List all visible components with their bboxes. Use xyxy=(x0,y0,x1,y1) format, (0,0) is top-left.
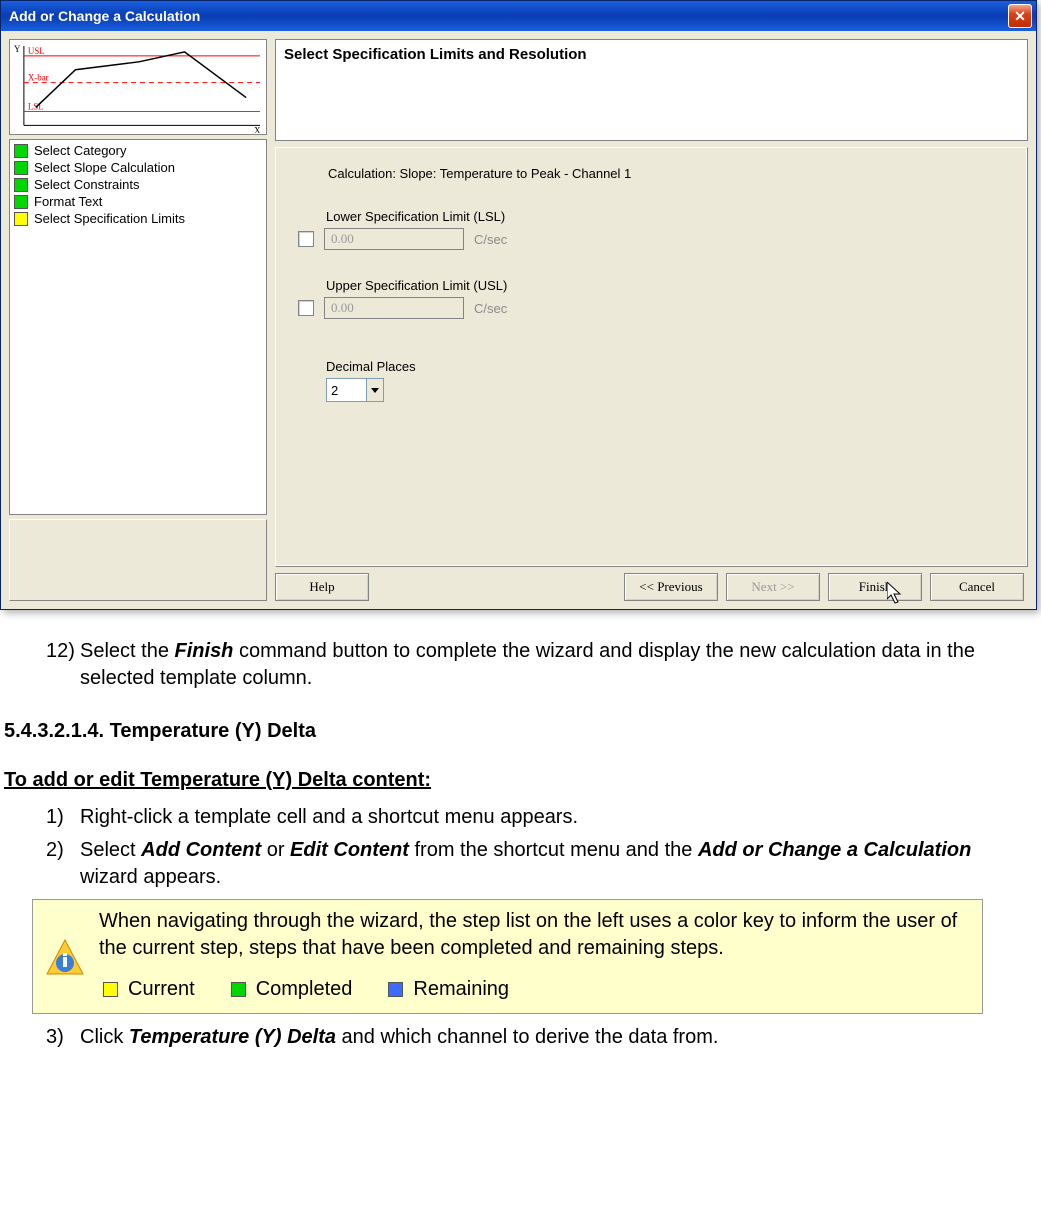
step-label: Select Slope Calculation xyxy=(34,160,175,175)
status-swatch-icon xyxy=(14,161,28,175)
info-warning-icon xyxy=(45,938,85,978)
close-button[interactable]: ✕ xyxy=(1008,4,1032,28)
titlebar-title: Add or Change a Calculation xyxy=(9,8,1008,24)
item-number: 12) xyxy=(4,638,80,692)
step-item[interactable]: Select Category xyxy=(14,142,262,159)
status-swatch-icon xyxy=(14,212,28,226)
cancel-button[interactable]: Cancel xyxy=(930,573,1024,601)
list-item: 3) Click Temperature (Y) Delta and which… xyxy=(4,1024,1011,1051)
list-item: 1) Right-click a template cell and a sho… xyxy=(4,804,1011,831)
legend-row: Current Completed Remaining xyxy=(99,976,970,1003)
legend-swatch-icon xyxy=(103,982,118,997)
step-item[interactable]: Select Slope Calculation xyxy=(14,159,262,176)
lsl-unit: C/sec xyxy=(474,232,507,247)
usl-input[interactable] xyxy=(324,297,464,319)
step-item[interactable]: Format Text xyxy=(14,193,262,210)
titlebar: Add or Change a Calculation ✕ xyxy=(1,1,1036,31)
item-text: Right-click a template cell and a shortc… xyxy=(80,804,1011,831)
legend-label: Current xyxy=(128,976,195,1003)
list-item: 12) Select the Finish command button to … xyxy=(4,638,1011,692)
description-panel xyxy=(9,519,267,601)
decimals-select[interactable]: 2 xyxy=(326,378,384,402)
button-bar: Help << Previous Next >> Finish Cancel xyxy=(275,573,1028,601)
item-text: Click Temperature (Y) Delta and which ch… xyxy=(80,1024,1011,1051)
step-label: Select Constraints xyxy=(34,177,140,192)
item-number: 3) xyxy=(4,1024,80,1051)
form-panel: Calculation: Slope: Temperature to Peak … xyxy=(275,147,1028,567)
svg-text:Y: Y xyxy=(14,44,21,54)
step-item[interactable]: Select Constraints xyxy=(14,176,262,193)
lsl-checkbox[interactable] xyxy=(298,231,314,247)
step-label: Select Category xyxy=(34,143,127,158)
previous-button[interactable]: << Previous xyxy=(624,573,718,601)
steps-list: Select Category Select Slope Calculation… xyxy=(9,139,267,515)
document-body: 12) Select the Finish command button to … xyxy=(0,620,1041,1051)
xbar-label: X-bar xyxy=(28,73,49,83)
lsl-input[interactable] xyxy=(324,228,464,250)
item-number: 2) xyxy=(4,837,80,891)
usl-label: Upper Specification Limit (USL) xyxy=(326,278,1005,293)
legend-swatch-icon xyxy=(388,982,403,997)
status-swatch-icon xyxy=(14,195,28,209)
step-label: Format Text xyxy=(34,194,102,209)
finish-button[interactable]: Finish xyxy=(828,573,922,601)
decimals-value: 2 xyxy=(327,379,366,401)
decimals-label: Decimal Places xyxy=(326,359,1005,374)
legend-label: Remaining xyxy=(413,976,509,1003)
step-label: Select Specification Limits xyxy=(34,211,185,226)
wizard-heading-text: Select Specification Limits and Resoluti… xyxy=(284,46,1019,63)
dialog-window: Add or Change a Calculation ✕ Y X USL xyxy=(0,0,1037,610)
usl-label: USL xyxy=(28,46,45,56)
usl-unit: C/sec xyxy=(474,301,507,316)
preview-chart: Y X USL X-bar LSL xyxy=(9,39,267,135)
calculation-line: Calculation: Slope: Temperature to Peak … xyxy=(328,166,1005,181)
help-button[interactable]: Help xyxy=(275,573,369,601)
item-text: Select Add Content or Edit Content from … xyxy=(80,837,1011,891)
legend-label: Completed xyxy=(256,976,353,1003)
section-heading: 5.4.3.2.1.4. Temperature (Y) Delta xyxy=(4,718,1011,745)
note-text: When navigating through the wizard, the … xyxy=(99,908,970,962)
status-swatch-icon xyxy=(14,178,28,192)
next-button: Next >> xyxy=(726,573,820,601)
svg-text:X: X xyxy=(254,125,261,133)
close-icon: ✕ xyxy=(1014,8,1026,25)
wizard-heading: Select Specification Limits and Resoluti… xyxy=(275,39,1028,141)
legend-swatch-icon xyxy=(231,982,246,997)
lsl-label: Lower Specification Limit (LSL) xyxy=(326,209,1005,224)
status-swatch-icon xyxy=(14,144,28,158)
item-number: 1) xyxy=(4,804,80,831)
note-box: When navigating through the wizard, the … xyxy=(32,899,983,1014)
list-item: 2) Select Add Content or Edit Content fr… xyxy=(4,837,1011,891)
step-item[interactable]: Select Specification Limits xyxy=(14,210,262,227)
chevron-down-icon xyxy=(366,379,383,401)
subsection-heading: To add or edit Temperature (Y) Delta con… xyxy=(4,767,1011,794)
item-text: Select the Finish command button to comp… xyxy=(80,638,1011,692)
usl-checkbox[interactable] xyxy=(298,300,314,316)
